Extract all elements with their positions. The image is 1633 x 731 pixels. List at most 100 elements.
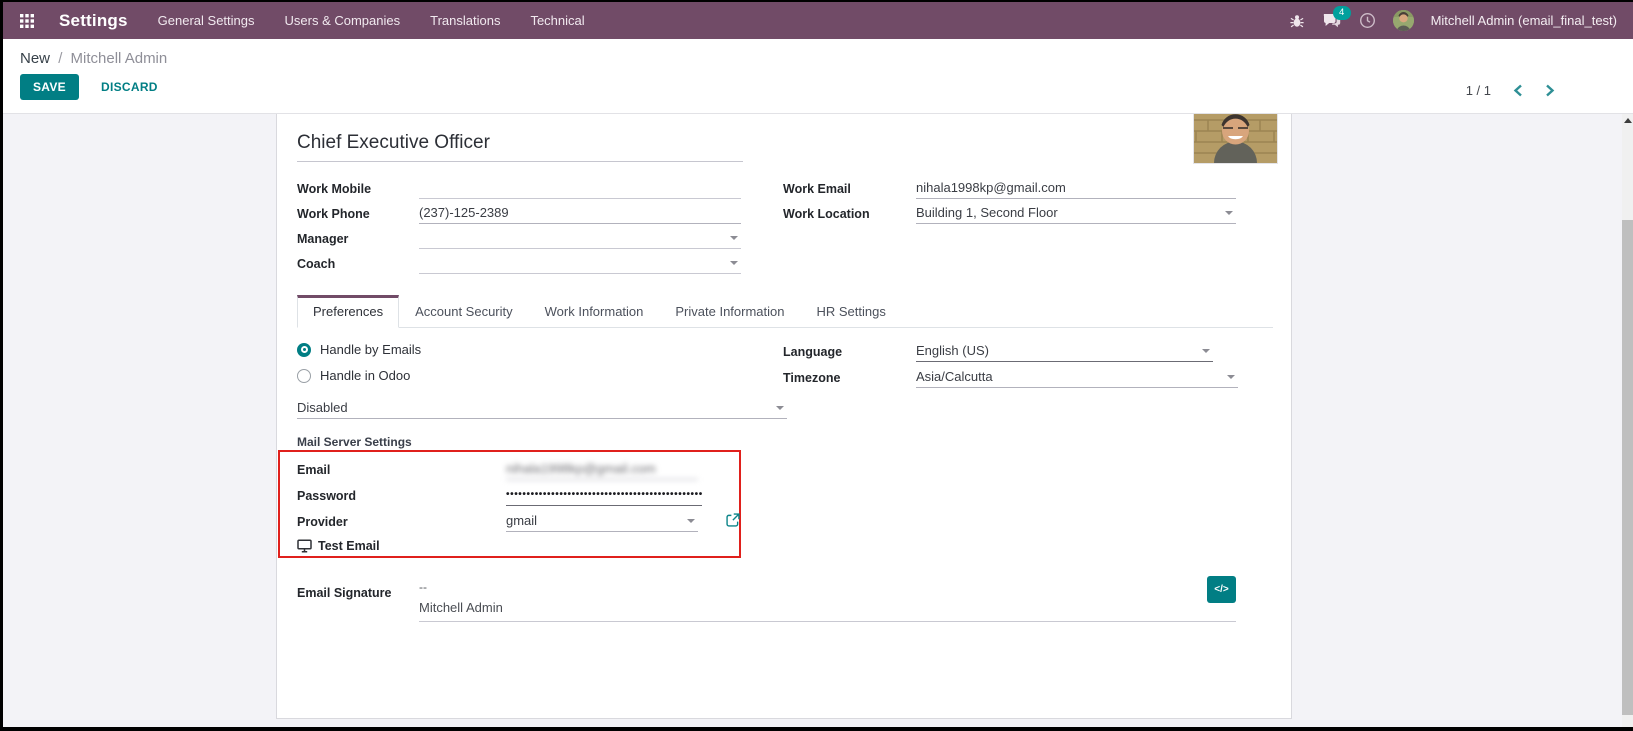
- test-email-label: Test Email: [318, 539, 380, 553]
- menu-translations[interactable]: Translations: [430, 13, 500, 28]
- user-menu[interactable]: Mitchell Admin (email_final_test): [1431, 13, 1617, 28]
- employee-form-card: Chief Executive Officer Work Mobile Work…: [276, 114, 1292, 719]
- signature-line1[interactable]: --: [419, 580, 427, 594]
- button-bar: SAVE DISCARD: [20, 74, 1633, 100]
- timezone-label: Timezone: [783, 371, 916, 388]
- pager-previous-icon[interactable]: [1513, 84, 1523, 97]
- navbar-menus: General Settings Users & Companies Trans…: [158, 13, 585, 28]
- tab-preferences[interactable]: Preferences: [297, 295, 399, 328]
- field-row-work-location: Work Location Building 1, Second Floor: [783, 203, 1236, 224]
- tab-account-security[interactable]: Account Security: [399, 295, 529, 327]
- timezone-select[interactable]: Asia/Calcutta: [916, 367, 1238, 388]
- menu-users-companies[interactable]: Users & Companies: [285, 13, 401, 28]
- smtp-password-input[interactable]: ••••••••••••••••••••••••••••••••••••••••…: [506, 485, 702, 506]
- radio-handle-by-emails-label: Handle by Emails: [320, 342, 421, 357]
- work-location-select[interactable]: Building 1, Second Floor: [916, 203, 1236, 224]
- code-icon: </>: [1214, 584, 1228, 595]
- radio-unchecked-icon[interactable]: [297, 369, 311, 383]
- content-area: Chief Executive Officer Work Mobile Work…: [3, 114, 1633, 727]
- smtp-provider-label: Provider: [297, 515, 506, 532]
- activities-clock-icon[interactable]: [1359, 12, 1376, 29]
- manager-select[interactable]: [419, 228, 741, 249]
- tab-work-information[interactable]: Work Information: [529, 295, 660, 327]
- monitor-icon: [297, 539, 312, 553]
- dropdown-caret-icon[interactable]: [687, 519, 695, 523]
- radio-handle-by-emails[interactable]: Handle by Emails: [297, 342, 421, 357]
- debug-bug-icon[interactable]: [1289, 13, 1305, 29]
- messages-icon[interactable]: 4: [1322, 13, 1342, 29]
- field-row-work-phone: Work Phone (237)-125-2389: [297, 203, 741, 224]
- work-phone-label: Work Phone: [297, 207, 419, 224]
- dropdown-caret-icon[interactable]: [730, 236, 738, 240]
- signature-underline: [419, 621, 1236, 622]
- coach-select[interactable]: [419, 253, 741, 274]
- scrollbar-up-arrow-icon[interactable]: [1624, 118, 1632, 123]
- field-row-timezone: Timezone Asia/Calcutta: [783, 367, 1238, 388]
- discard-button[interactable]: DISCARD: [95, 79, 164, 95]
- field-row-manager: Manager: [297, 228, 741, 249]
- field-row-work-mobile: Work Mobile: [297, 178, 741, 199]
- tab-hr-settings[interactable]: HR Settings: [801, 295, 902, 327]
- navbar-left: Settings General Settings Users & Compan…: [3, 11, 585, 31]
- app-window: Settings General Settings Users & Compan…: [3, 2, 1633, 727]
- field-row-signature: Email Signature: [297, 582, 391, 603]
- email-signature-label: Email Signature: [297, 586, 391, 603]
- coach-label: Coach: [297, 257, 419, 274]
- pager-count: 1 / 1: [1466, 83, 1491, 98]
- breadcrumb: New / Mitchell Admin: [3, 39, 1633, 67]
- work-email-label: Work Email: [783, 182, 916, 199]
- menu-technical[interactable]: Technical: [530, 13, 584, 28]
- radio-checked-icon[interactable]: [297, 343, 311, 357]
- manager-label: Manager: [297, 232, 419, 249]
- field-row-work-email: Work Email nihala1998kp@gmail.com: [783, 178, 1236, 199]
- top-navbar: Settings General Settings Users & Compan…: [3, 2, 1633, 39]
- dropdown-caret-icon[interactable]: [1227, 375, 1235, 379]
- field-row-smtp-password: Password •••••••••••••••••••••••••••••••…: [297, 485, 702, 506]
- job-title-input[interactable]: Chief Executive Officer: [297, 132, 743, 162]
- smtp-email-label: Email: [297, 463, 506, 480]
- notebook-tabs: Preferences Account Security Work Inform…: [297, 295, 1273, 328]
- work-phone-input[interactable]: (237)-125-2389: [419, 203, 741, 224]
- mail-server-settings-title: Mail Server Settings: [297, 435, 412, 449]
- external-link-icon[interactable]: [726, 513, 740, 527]
- work-mobile-label: Work Mobile: [297, 182, 419, 199]
- field-row-smtp-provider: Provider gmail: [297, 511, 698, 532]
- smtp-email-input[interactable]: nihala1998kp@gmail.com: [506, 459, 698, 480]
- tab-private-information[interactable]: Private Information: [659, 295, 800, 327]
- apps-grid-icon[interactable]: [19, 13, 35, 29]
- radio-handle-in-odoo[interactable]: Handle in Odoo: [297, 368, 410, 383]
- work-location-label: Work Location: [783, 207, 916, 224]
- work-email-input[interactable]: nihala1998kp@gmail.com: [916, 178, 1236, 199]
- test-email-button[interactable]: Test Email: [297, 539, 380, 553]
- pager-next-icon[interactable]: [1545, 84, 1555, 97]
- navbar-right: 4 Mitchell Admin (email_final_test): [1289, 10, 1633, 31]
- dropdown-caret-icon[interactable]: [1202, 349, 1210, 353]
- language-select[interactable]: English (US): [916, 341, 1213, 362]
- language-label: Language: [783, 345, 916, 362]
- breadcrumb-separator: /: [58, 50, 62, 67]
- smtp-provider-select[interactable]: gmail: [506, 511, 698, 532]
- breadcrumb-parent-link[interactable]: New: [20, 50, 50, 67]
- signature-line2[interactable]: Mitchell Admin: [419, 600, 503, 615]
- field-row-smtp-email: Email nihala1998kp@gmail.com: [297, 459, 698, 480]
- save-button[interactable]: SAVE: [20, 74, 79, 100]
- vertical-scrollbar[interactable]: [1622, 114, 1633, 727]
- code-view-button[interactable]: </>: [1207, 576, 1236, 603]
- app-title[interactable]: Settings: [59, 11, 128, 31]
- field-row-coach: Coach: [297, 253, 741, 274]
- field-row-language: Language English (US): [783, 341, 1213, 362]
- smtp-password-label: Password: [297, 489, 506, 506]
- breadcrumb-current: Mitchell Admin: [71, 50, 168, 67]
- dropdown-caret-icon[interactable]: [776, 406, 784, 410]
- field-row-notification: Disabled: [297, 398, 787, 419]
- notification-select[interactable]: Disabled: [297, 398, 787, 419]
- user-avatar[interactable]: [1393, 10, 1414, 31]
- work-mobile-input[interactable]: [419, 178, 741, 199]
- menu-general-settings[interactable]: General Settings: [158, 13, 255, 28]
- dropdown-caret-icon[interactable]: [1225, 211, 1233, 215]
- control-panel: New / Mitchell Admin SAVE DISCARD 1 / 1: [3, 39, 1633, 114]
- employee-photo[interactable]: [1193, 114, 1278, 164]
- radio-handle-in-odoo-label: Handle in Odoo: [320, 368, 410, 383]
- dropdown-caret-icon[interactable]: [730, 261, 738, 265]
- scrollbar-thumb[interactable]: [1622, 220, 1633, 715]
